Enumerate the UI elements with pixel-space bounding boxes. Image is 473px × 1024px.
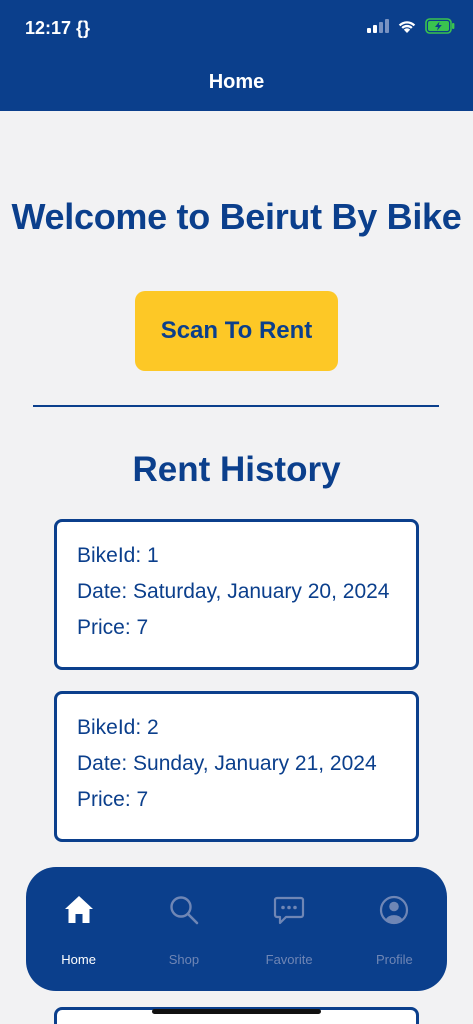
divider: [33, 405, 439, 407]
tab-label-shop: Shop: [168, 952, 200, 967]
bike-id: BikeId: 2: [77, 716, 159, 739]
bottom-tab-bar: Home Shop Favorite Profile: [26, 867, 447, 991]
search-icon: [170, 896, 199, 925]
battery-icon: [425, 18, 455, 34]
home-icon: [64, 896, 93, 923]
home-indicator: [152, 1009, 321, 1014]
tab-shop[interactable]: Shop: [131, 867, 236, 991]
tab-label-favorite: Favorite: [265, 952, 313, 967]
rent-history-card: BikeId: 1 Date: Saturday, January 20, 20…: [54, 519, 419, 670]
rent-price: Price: 7: [77, 788, 149, 811]
tab-label-home: Home: [61, 952, 96, 967]
rent-date: Date: Saturday, January 20, 2024: [77, 580, 390, 603]
welcome-heading: Welcome to Beirut By Bike: [11, 196, 462, 237]
chat-icon: [274, 896, 305, 925]
tab-label-profile: Profile: [375, 952, 413, 967]
tab-profile[interactable]: Profile: [342, 867, 447, 991]
tab-home[interactable]: Home: [26, 867, 131, 991]
wifi-icon: [398, 20, 416, 33]
tab-favorite[interactable]: Favorite: [237, 867, 342, 991]
scan-to-rent-button[interactable]: Scan To Rent: [135, 291, 338, 371]
status-icons: [367, 18, 455, 34]
page-title: Home: [208, 71, 265, 93]
rent-date: Date: Sunday, January 21, 2024: [77, 752, 377, 775]
signal-icon: [367, 19, 389, 33]
status-time: 12:17 {}: [25, 18, 91, 38]
rent-history-heading: Rent History: [132, 450, 341, 489]
rent-history-card: BikeId: 2 Date: Sunday, January 21, 2024…: [54, 691, 419, 842]
bike-id: BikeId: 1: [77, 544, 159, 567]
app-header: 12:17 {} Home: [0, 0, 473, 111]
rent-price: Price: 7: [77, 616, 149, 639]
user-icon: [380, 895, 409, 925]
